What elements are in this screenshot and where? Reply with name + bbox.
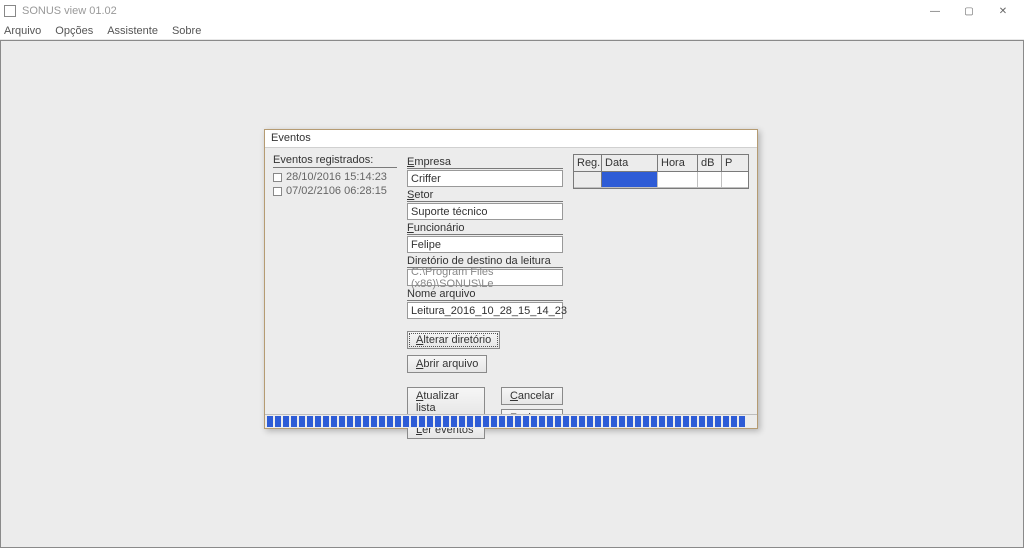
funcionario-input[interactable]: Felipe (407, 236, 563, 253)
close-button[interactable]: ✕ (986, 0, 1020, 22)
event-list: 28/10/2016 15:14:23 07/02/2106 06:28:15 (273, 170, 397, 198)
label-text: etor (414, 189, 433, 201)
alterar-diretorio-button[interactable]: Alterar diretório (407, 331, 500, 349)
abrir-arquivo-button[interactable]: Abrir arquivo (407, 355, 487, 373)
cell-data-selected[interactable] (602, 172, 658, 187)
event-datetime: 07/02/2106 06:28:15 (286, 185, 387, 197)
menu-opcoes[interactable]: Opções (55, 25, 93, 37)
workspace: Eventos Eventos registrados: 28/10/2016 … (0, 40, 1024, 548)
event-item[interactable]: 28/10/2016 15:14:23 (273, 170, 397, 184)
nome-arquivo-label: Nome arquivo (407, 288, 563, 301)
col-db[interactable]: dB (698, 155, 722, 171)
progress-bar (265, 414, 757, 428)
grid-header: Reg. Data Hora dB P (574, 155, 748, 172)
cancelar-button[interactable]: Cancelar (501, 387, 563, 405)
nome-arquivo-input[interactable]: Leitura_2016_10_28_15_14_23 (407, 302, 563, 319)
diretorio-input: C:\Program Files (x86)\SONUS\Le (407, 269, 563, 286)
menubar: Arquivo Opções Assistente Sobre (0, 22, 1024, 40)
events-registered-label: Eventos registrados: (273, 154, 397, 168)
checkbox-icon[interactable] (273, 173, 282, 182)
maximize-button[interactable]: ▢ (952, 0, 986, 22)
btn-text: brir arquivo (423, 358, 478, 370)
cell-p (722, 172, 738, 187)
grid-row[interactable] (574, 172, 748, 188)
window-controls: — ▢ ✕ (918, 0, 1020, 22)
eventos-dialog: Eventos Eventos registrados: 28/10/2016 … (264, 129, 758, 429)
checkbox-icon[interactable] (273, 187, 282, 196)
cell-hora (658, 172, 698, 187)
minimize-button[interactable]: — (918, 0, 952, 22)
btn-text: tualizar lista (416, 390, 459, 414)
menu-assistente[interactable]: Assistente (107, 25, 158, 37)
menu-arquivo[interactable]: Arquivo (4, 25, 41, 37)
funcionario-label: Funcionário (407, 222, 563, 235)
empresa-input[interactable]: Criffer (407, 170, 563, 187)
app-icon (4, 5, 16, 17)
col-reg[interactable]: Reg. (574, 155, 602, 171)
col-p[interactable]: P (722, 155, 738, 171)
events-column: Eventos registrados: 28/10/2016 15:14:23… (273, 154, 397, 408)
btn-text: lterar diretório (423, 334, 491, 346)
empresa-label: Empresa (407, 156, 563, 169)
menu-sobre[interactable]: Sobre (172, 25, 201, 37)
dialog-title: Eventos (265, 130, 757, 148)
btn-text: ancelar (518, 390, 554, 402)
cell-db (698, 172, 722, 187)
data-grid[interactable]: Reg. Data Hora dB P (573, 154, 749, 189)
event-item[interactable]: 07/02/2106 06:28:15 (273, 184, 397, 198)
grid-column: Reg. Data Hora dB P (573, 154, 749, 408)
app-title: SONUS view 01.02 (22, 5, 117, 17)
cell-reg (574, 172, 602, 187)
titlebar: SONUS view 01.02 — ▢ ✕ (0, 0, 1024, 22)
atualizar-lista-button[interactable]: Atualizar lista (407, 387, 485, 417)
col-hora[interactable]: Hora (658, 155, 698, 171)
event-datetime: 28/10/2016 15:14:23 (286, 171, 387, 183)
col-data[interactable]: Data (602, 155, 658, 171)
setor-label: Setor (407, 189, 563, 202)
label-text: uncionário (414, 222, 465, 234)
form-column: Empresa Criffer Setor Suporte técnico Fu… (407, 154, 563, 408)
setor-input[interactable]: Suporte técnico (407, 203, 563, 220)
label-text: mpresa (414, 156, 451, 168)
